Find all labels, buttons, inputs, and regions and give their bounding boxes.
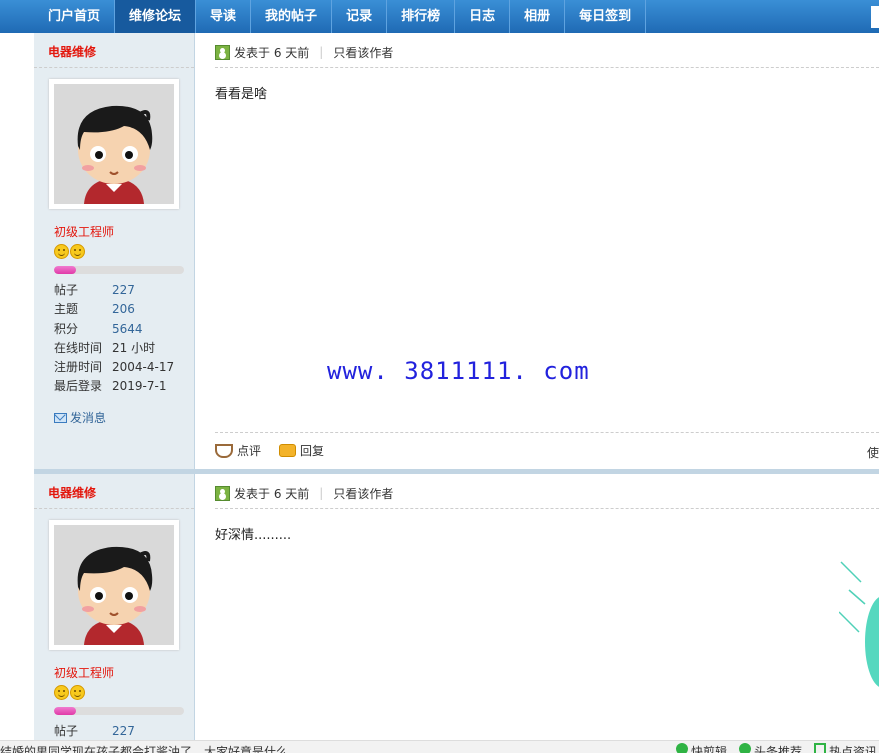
stat-value: 21 小时: [112, 340, 156, 355]
user-rank[interactable]: 初级工程师: [54, 223, 114, 240]
level-progress-fill: [54, 266, 77, 274]
author-sidebar: 电器维修 初: [34, 33, 195, 469]
comment-button[interactable]: 点评: [215, 442, 261, 459]
speech-bubble-icon: [279, 444, 297, 457]
stat-label: 在线时间: [54, 340, 103, 355]
user-stats: 帖子 227: [54, 722, 135, 741]
avatar[interactable]: [49, 520, 179, 650]
stat-label: 主题: [54, 302, 79, 317]
post-meta: 发表于 6 天前 | 只看该作者: [215, 43, 393, 61]
level-progress-bar: [54, 266, 184, 274]
stat-label: 注册时间: [54, 360, 103, 375]
stat-label: 帖子: [54, 283, 79, 297]
send-message-link[interactable]: 发消息: [54, 409, 106, 426]
stat-label: 最后登录: [54, 379, 103, 394]
online-user-icon: [215, 44, 230, 60]
meta-separator: |: [319, 486, 324, 500]
nav-item-rankings[interactable]: 排行榜: [387, 0, 456, 33]
avatar[interactable]: [49, 79, 179, 209]
author-only-link[interactable]: 只看该作者: [333, 485, 393, 502]
rank-stars: [54, 685, 85, 700]
nav-item-portal-home[interactable]: 门户首页: [34, 0, 116, 33]
stat-row-threads: 主题 206: [54, 300, 174, 319]
post-body: 好深情.........: [215, 528, 292, 543]
watermark-text: www. 3811111. com: [327, 357, 590, 385]
avatar-image: [54, 84, 174, 204]
smiley-icon: [54, 685, 69, 700]
user-rank[interactable]: 初级工程师: [54, 664, 114, 681]
smiley-icon: [70, 244, 85, 259]
bottom-status-bar: 结婚的男同学现在孩子都会打酱油了，大家好意是什么 快剪辑 头条推荐 热点资讯: [0, 740, 879, 753]
post-2: 电器维修 初级工程师 帖子 227 发表于 6 天前 | 只看该作者 好深情..…: [34, 474, 879, 740]
stat-row-points: 积分 5644: [54, 320, 174, 339]
truncated-action[interactable]: 使: [867, 444, 879, 461]
post-1: 电器维修 初级工程师 帖子 227 主题 206 积分 5644 在线时间 21…: [34, 33, 879, 469]
post-body: 看看是啥: [215, 87, 268, 102]
user-stats: 帖子 227 主题 206 积分 5644 在线时间 21 小时 注册时间 20…: [54, 281, 174, 397]
reply-label: 回复: [300, 444, 325, 458]
stat-label: 帖子: [54, 724, 79, 738]
post-head-divider: [215, 508, 879, 509]
floating-ad-decoration: [839, 561, 879, 687]
post-foot-divider: [215, 432, 879, 433]
author-name[interactable]: 电器维修: [48, 484, 96, 501]
stat-row-online-time: 在线时间 21 小时: [54, 339, 174, 358]
post-time: 发表于 6 天前: [234, 45, 310, 60]
stat-value[interactable]: 5644: [112, 320, 143, 339]
mail-icon: [54, 412, 67, 423]
author-only-link[interactable]: 只看该作者: [333, 44, 393, 61]
reply-button[interactable]: 回复: [279, 442, 324, 459]
meta-separator: |: [319, 45, 324, 59]
coffee-cup-icon: [215, 443, 233, 458]
comment-label: 点评: [237, 444, 262, 458]
nav-item-guide[interactable]: 导读: [196, 0, 252, 33]
rank-stars: [54, 244, 85, 259]
stat-value: 2019-7-1: [112, 379, 167, 394]
post-content: 发表于 6 天前 | 只看该作者 好深情.........: [215, 474, 879, 740]
avatar-image: [54, 525, 174, 645]
nav-item-repair-forum[interactable]: 维修论坛: [115, 0, 197, 33]
nav-item-records[interactable]: 记录: [332, 0, 388, 33]
stat-value: 2004-4-17: [112, 360, 175, 375]
stat-value[interactable]: 227: [112, 722, 135, 741]
nav-item-daily-signin[interactable]: 每日签到: [565, 0, 647, 33]
smiley-icon: [54, 244, 69, 259]
level-progress-fill: [54, 707, 77, 715]
post-meta: 发表于 6 天前 | 只看该作者: [215, 484, 393, 502]
stat-value[interactable]: 227: [112, 281, 135, 300]
stat-label: 积分: [54, 321, 79, 336]
stat-row-last-login: 最后登录 2019-7-1: [54, 377, 174, 396]
online-user-icon: [215, 485, 230, 501]
nav-items: 门户首页 维修论坛 导读 我的帖子 记录 排行榜 日志 相册 每日签到: [34, 0, 647, 33]
stat-row-posts: 帖子 227: [54, 281, 174, 300]
smiley-icon: [70, 685, 85, 700]
post-head-divider: [215, 67, 879, 68]
send-message-label: 发消息: [70, 411, 107, 425]
nav-item-album[interactable]: 相册: [510, 0, 566, 33]
author-sidebar: 电器维修 初: [34, 474, 195, 740]
sidebar-divider: [34, 67, 194, 68]
sidebar-divider: [34, 508, 194, 509]
nav-item-blog[interactable]: 日志: [455, 0, 511, 33]
post-time: 发表于 6 天前: [234, 486, 310, 501]
avatar-cartoon-icon: [54, 84, 174, 204]
nav-item-my-posts[interactable]: 我的帖子: [251, 0, 333, 33]
avatar-cartoon-icon: [54, 525, 174, 645]
author-name[interactable]: 电器维修: [48, 43, 96, 60]
post-actions: 点评 回复: [215, 442, 342, 459]
level-progress-bar: [54, 707, 184, 715]
top-navbar: 门户首页 维修论坛 导读 我的帖子 记录 排行榜 日志 相册 每日签到: [0, 0, 879, 33]
stat-row-posts: 帖子 227: [54, 722, 135, 741]
stat-row-register-date: 注册时间 2004-4-17: [54, 358, 174, 377]
post-content: 发表于 6 天前 | 只看该作者 看看是啥 www. 3811111. com …: [215, 33, 879, 469]
stat-value[interactable]: 206: [112, 300, 135, 319]
nav-right-edge: [871, 6, 879, 28]
